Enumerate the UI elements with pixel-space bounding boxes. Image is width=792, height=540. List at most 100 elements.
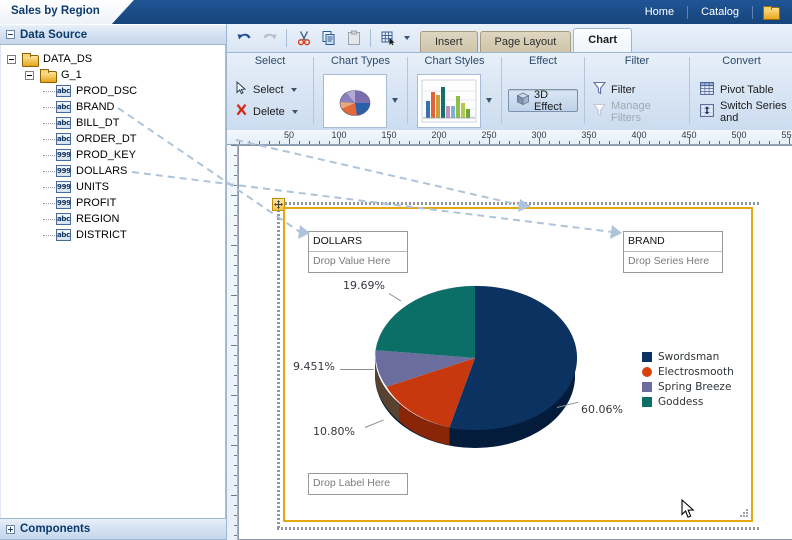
legend-label: Spring Breeze [658,380,732,393]
vruler-tick [234,465,237,466]
ruler-minor-tick [609,141,610,144]
number-field-icon: 999 [56,149,71,161]
pivot-table-button[interactable]: Pivot Table [700,79,774,101]
folder-icon [22,52,39,67]
value-drop-placeholder[interactable]: Drop Value Here [309,252,407,272]
document-tab[interactable]: Sales by Region [0,0,134,24]
chevron-down-icon[interactable] [290,87,297,92]
vruler-tick [234,425,237,426]
collapse-icon[interactable] [6,30,15,39]
series-drop-placeholder[interactable]: Drop Series Here [624,252,722,272]
tab-chart[interactable]: Chart [573,28,633,52]
tree-item-prod-dsc[interactable]: abc PROD_DSC [1,83,225,99]
vruler-tick [231,445,237,446]
chart-container[interactable]: DOLLARS Drop Value Here BRAND Drop Serie… [283,207,753,522]
text-field-icon: abc [56,213,71,225]
chevron-down-icon[interactable] [392,97,398,103]
chevron-down-icon[interactable] [291,109,298,114]
tree-item-label: ORDER_DT [76,133,137,145]
group-title: Effect [529,55,557,67]
tree-item-dollars[interactable]: 999 DOLLARS [1,163,225,179]
vruler-tick [234,235,237,236]
value-dropbox[interactable]: DOLLARS Drop Value Here [308,231,408,273]
3d-effect-label: 3D Effect [534,88,562,113]
legend-item-electrosmooth: Electrosmooth [642,364,734,379]
components-title: Components [20,523,91,535]
group-title: Convert [722,55,761,67]
group-title: Chart Types [330,55,391,67]
ruler-tick-label: 450 [681,130,697,140]
series-dropbox[interactable]: BRAND Drop Series Here [623,231,723,273]
expand-icon[interactable] [6,524,15,534]
tree-toggle-icon[interactable] [25,70,34,80]
ruler-minor-tick [329,141,330,144]
pie-chart[interactable] [345,274,605,474]
delete-button[interactable]: Delete [235,101,298,123]
mouse-cursor [681,498,695,522]
switch-series-label: Switch Series and [720,99,787,124]
tree-connector [43,186,55,188]
vruler-tick [234,215,237,216]
data-label-goddess: 19.69% [343,279,385,292]
vruler-tick [234,525,237,526]
chart-style-gallery[interactable] [417,73,481,128]
components-header[interactable]: Components [0,518,226,540]
chart-type-gallery[interactable] [323,73,387,128]
data-source-tree[interactable]: DATA_DS G_1 abc PROD_DSC abc BRAND abc B… [0,45,226,518]
tree-item-prod-key[interactable]: 999 PROD_KEY [1,147,225,163]
vruler-tick [234,165,237,166]
vruler-tick [231,245,237,246]
tree-item-brand[interactable]: abc BRAND [1,99,225,115]
vruler-tick [234,475,237,476]
folder-icon[interactable] [763,5,780,20]
vertical-ruler [227,145,238,540]
horizontal-ruler[interactable]: 50 100 150 200 250 300 350 400 450 500 550 [226,130,792,145]
data-label-spring-breeze: 9.451% [293,360,335,373]
chevron-down-icon[interactable] [404,36,410,40]
design-canvas[interactable]: DOLLARS Drop Value Here BRAND Drop Serie… [226,145,792,540]
insert-table-icon[interactable] [375,26,400,50]
data-source-header[interactable]: Data Source [0,24,226,45]
series-field-label[interactable]: BRAND [624,232,722,252]
tree-item-units[interactable]: 999 UNITS [1,179,225,195]
manage-filters-button[interactable]: Manage Filters [592,100,683,124]
cube-icon [516,92,530,109]
tree-item-district[interactable]: abc DISTRICT [1,227,225,243]
data-source-title: Data Source [20,28,88,41]
vruler-tick [234,265,237,266]
3d-effect-button[interactable]: 3D Effect [508,88,578,113]
tree-toggle-icon[interactable] [7,54,16,64]
leader-line [340,369,374,370]
tab-insert[interactable]: Insert [420,31,478,52]
header-link-home[interactable]: Home [632,0,687,24]
chevron-down-icon[interactable] [486,97,492,103]
tree-item-order-dt[interactable]: abc ORDER_DT [1,131,225,147]
tab-page-layout[interactable]: Page Layout [479,31,572,52]
cut-icon[interactable] [291,26,316,50]
legend-item-spring-breeze: Spring Breeze [642,379,734,394]
filter-button[interactable]: Filter [592,79,635,101]
select-button[interactable]: Select [235,79,297,101]
legend-swatch [642,381,652,392]
tree-item-bill-dt[interactable]: abc BILL_DT [1,115,225,131]
paste-icon [341,26,366,50]
tree-item-g-1[interactable]: G_1 [1,67,225,83]
value-field-label[interactable]: DOLLARS [309,232,407,252]
report-page[interactable]: DOLLARS Drop Value Here BRAND Drop Serie… [238,145,792,540]
header-link-catalog[interactable]: Catalog [688,0,752,24]
tree-connector [43,122,55,124]
ruler-minor-tick [729,141,730,144]
switch-series-button[interactable]: Switch Series and [700,99,787,124]
label-drop-placeholder[interactable]: Drop Label Here [309,474,407,494]
vruler-tick [234,355,237,356]
undo-icon[interactable] [232,26,257,50]
red-x-icon [235,103,248,120]
tree-item-label: PROFIT [76,197,117,209]
copy-icon[interactable] [316,26,341,50]
tree-item-profit[interactable]: 999 PROFIT [1,195,225,211]
tree-item-data-ds[interactable]: DATA_DS [1,51,225,67]
resize-handle[interactable] [740,509,748,517]
label-dropbox[interactable]: Drop Label Here [308,473,408,495]
ruler-minor-tick [559,141,560,144]
tree-item-region[interactable]: abc REGION [1,211,225,227]
